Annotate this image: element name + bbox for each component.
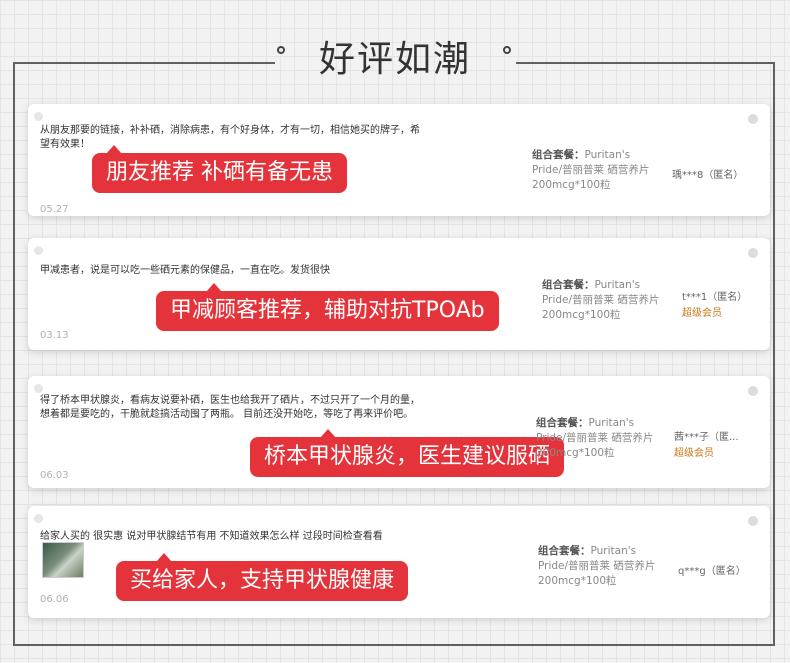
- review-date: 06.03: [40, 470, 69, 481]
- title-right-circle-icon: [503, 46, 511, 54]
- card-dot-icon: [34, 112, 43, 121]
- package-info: 组合套餐：Puritan's Pride/普丽普莱 硒营养片 200mcg*10…: [538, 544, 660, 589]
- review-card: 得了桥本甲状腺炎，看病友说要补硒，医生也给我开了硒片，不过只开了一个月的量， 想…: [28, 376, 770, 488]
- reviewer-name: 茜***子（匿...: [674, 432, 739, 443]
- review-date: 05.27: [40, 204, 69, 215]
- review-text-line: 从朋友那要的链接，补补硒，消除病患，有个好身体，才有一切，相信她买的牌子，希: [40, 125, 420, 136]
- reviewer-name: q***g（匿名）: [678, 566, 746, 577]
- review-text-line: 甲减患者，说是可以吃一些硒元素的保健品，一直在吃。发货很快: [40, 265, 330, 276]
- package-info: 组合套餐：Puritan's Pride/普丽普莱 硒营养片 200mcg*10…: [542, 278, 664, 323]
- card-dot-icon: [34, 514, 43, 523]
- member-level: 超级会员: [682, 308, 722, 319]
- member-level: 超级会员: [674, 448, 714, 459]
- card-dot-icon: [34, 384, 43, 393]
- card-dot-icon: [748, 248, 758, 258]
- highlight-badge: 甲减顾客推荐，辅助对抗TPOAb: [156, 283, 499, 331]
- package-info: 组合套餐：Puritan's Pride/普丽普莱 硒营养片 200mcg*10…: [536, 416, 658, 461]
- highlight-badge: 桥本甲状腺炎，医生建议服硒: [250, 429, 565, 477]
- package-label: 组合套餐：: [538, 545, 591, 557]
- card-dot-icon: [34, 246, 43, 255]
- reviewer-name: 瑀***8（匿名）: [672, 170, 744, 181]
- review-text-line: 得了桥本甲状腺炎，看病友说要补硒，医生也给我开了硒片，不过只开了一个月的量，: [40, 395, 420, 406]
- review-card: 从朋友那要的链接，补补硒，消除病患，有个好身体，才有一切，相信她买的牌子，希 望…: [28, 104, 770, 216]
- package-label: 组合套餐：: [532, 149, 585, 161]
- package-label: 组合套餐：: [542, 279, 595, 291]
- review-date: 06.06: [40, 594, 69, 605]
- review-date: 03.13: [40, 330, 69, 341]
- package-label: 组合套餐：: [536, 417, 589, 429]
- highlight-badge: 买给家人，支持甲状腺健康: [116, 553, 409, 601]
- review-text: 甲减患者，说是可以吃一些硒元素的保健品，一直在吃。发货很快: [40, 264, 510, 278]
- review-card: 给家人买的 很实惠 说对甲状腺结节有用 不知道效果怎么样 过段时间检查看看 买给…: [28, 506, 770, 618]
- review-photo-thumbnail[interactable]: [42, 542, 84, 578]
- card-dot-icon: [748, 114, 758, 124]
- package-info: 组合套餐：Puritan's Pride/普丽普莱 硒营养片 200mcg*10…: [532, 148, 654, 193]
- review-text-line: 想着都是要吃的，干脆就趁搞活动囤了两瓶。 目前还没开始吃，等吃了再来评价吧。: [40, 409, 414, 420]
- title-left-circle-icon: [277, 46, 285, 54]
- review-text: 给家人买的 很实惠 说对甲状腺结节有用 不知道效果怎么样 过段时间检查看看: [40, 530, 510, 544]
- review-card: 甲减患者，说是可以吃一些硒元素的保健品，一直在吃。发货很快 甲减顾客推荐，辅助对…: [28, 238, 770, 350]
- reviewer-name: t***1（匿名）: [682, 292, 748, 303]
- card-dot-icon: [748, 516, 758, 526]
- page-title: 好评如潮: [318, 39, 471, 80]
- review-text: 得了桥本甲状腺炎，看病友说要补硒，医生也给我开了硒片，不过只开了一个月的量， 想…: [40, 394, 520, 422]
- card-dot-icon: [748, 386, 758, 396]
- highlight-badge: 朋友推荐 补硒有备无患: [92, 145, 347, 193]
- review-text-line: 给家人买的 很实惠 说对甲状腺结节有用 不知道效果怎么样 过段时间检查看看: [40, 531, 383, 542]
